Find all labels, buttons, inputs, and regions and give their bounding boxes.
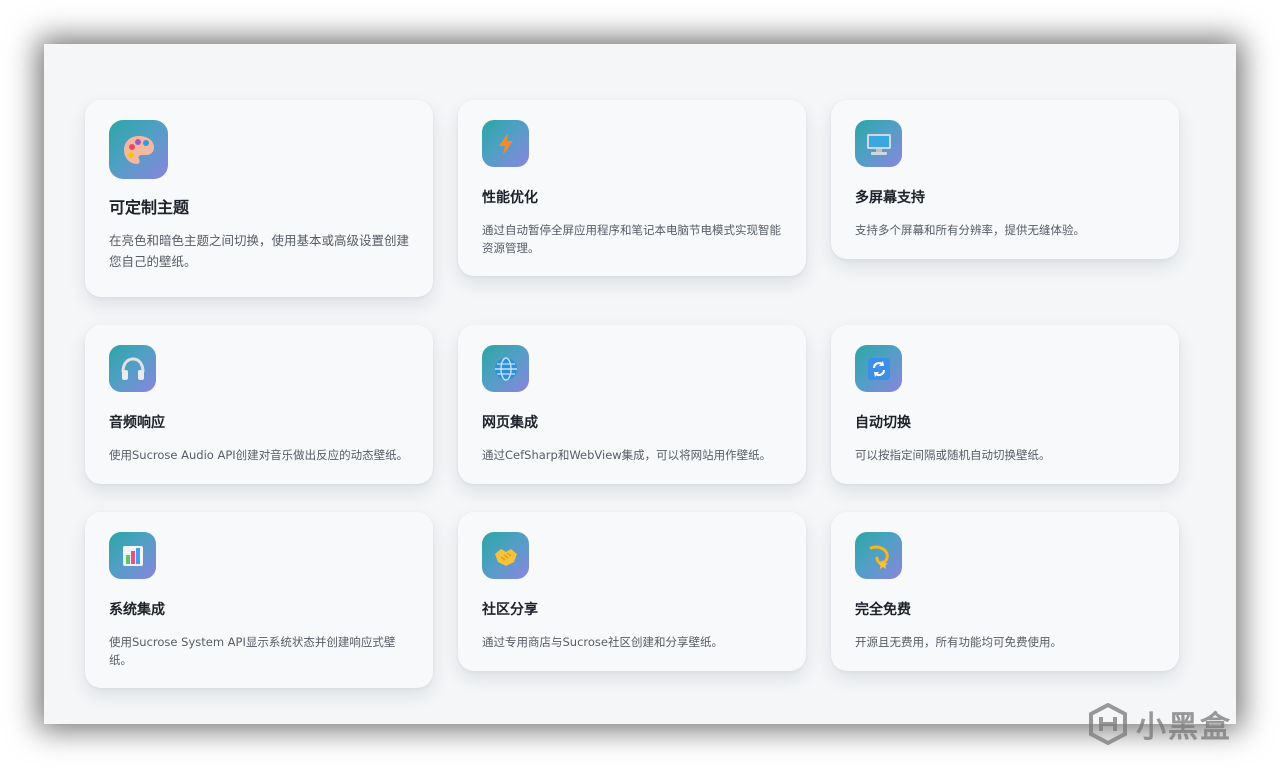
feature-description: 通过专用商店与Sucrose社区创建和分享壁纸。 [482, 635, 723, 649]
globe-icon [482, 345, 529, 392]
watermark-text: 小黑盒 [1136, 710, 1232, 745]
feature-card-web: 网页集成 通过CefSharp和WebView集成，可以将网站用作壁纸。 [458, 325, 806, 484]
feature-card-free: 完全免费 开源且无费用，所有功能均可免费使用。 [831, 512, 1179, 671]
handshake-icon [482, 532, 529, 579]
feature-title: 可定制主题 [109, 198, 190, 217]
screenshot-frame: 可定制主题 在亮色和暗色主题之间切换，使用基本或高级设置创建您自己的壁纸。 性能… [44, 44, 1236, 724]
feature-description: 使用Sucrose System API显示系统状态并创建响应式壁纸。 [109, 635, 396, 667]
feature-card-auto-switch: 自动切换 可以按指定间隔或随机自动切换壁纸。 [831, 325, 1179, 484]
feature-description: 通过自动暂停全屏应用程序和笔记本电脑节电模式实现智能资源管理。 [482, 223, 781, 255]
feature-card-performance: 性能优化 通过自动暂停全屏应用程序和笔记本电脑节电模式实现智能资源管理。 [458, 100, 806, 276]
feature-card-system: 系统集成 使用Sucrose System API显示系统状态并创建响应式壁纸。 [85, 512, 433, 688]
monitor-icon [855, 120, 902, 167]
feature-title: 网页集成 [482, 415, 538, 431]
feature-description: 通过CefSharp和WebView集成，可以将网站用作壁纸。 [482, 448, 772, 462]
feature-card-community: 社区分享 通过专用商店与Sucrose社区创建和分享壁纸。 [458, 512, 806, 671]
feature-description: 开源且无费用，所有功能均可免费使用。 [855, 635, 1062, 649]
feature-title: 性能优化 [482, 190, 538, 206]
feature-description: 可以按指定间隔或随机自动切换壁纸。 [855, 448, 1051, 462]
watermark: 小黑盒 [1088, 702, 1232, 746]
palette-icon [109, 120, 168, 179]
feature-title: 社区分享 [482, 602, 538, 618]
dizzy-icon [855, 532, 902, 579]
bar-chart-icon [109, 532, 156, 579]
feature-description: 在亮色和暗色主题之间切换，使用基本或高级设置创建您自己的壁纸。 [109, 233, 410, 269]
feature-title: 系统集成 [109, 602, 165, 618]
feature-title: 完全免费 [855, 602, 911, 618]
feature-title: 音频响应 [109, 415, 165, 431]
headphones-icon [109, 345, 156, 392]
feature-description: 使用Sucrose Audio API创建对音乐做出反应的动态壁纸。 [109, 448, 409, 462]
watermark-logo-icon [1089, 703, 1127, 745]
feature-card-customizable-themes: 可定制主题 在亮色和暗色主题之间切换，使用基本或高级设置创建您自己的壁纸。 [85, 100, 433, 297]
feature-card-audio: 音频响应 使用Sucrose Audio API创建对音乐做出反应的动态壁纸。 [85, 325, 433, 484]
feature-description: 支持多个屏幕和所有分辨率，提供无缝体验。 [855, 223, 1085, 237]
feature-title: 多屏幕支持 [855, 190, 925, 206]
refresh-icon [855, 345, 902, 392]
lightning-icon [482, 120, 529, 167]
feature-card-multi-screen: 多屏幕支持 支持多个屏幕和所有分辨率，提供无缝体验。 [831, 100, 1179, 259]
feature-title: 自动切换 [855, 415, 911, 431]
